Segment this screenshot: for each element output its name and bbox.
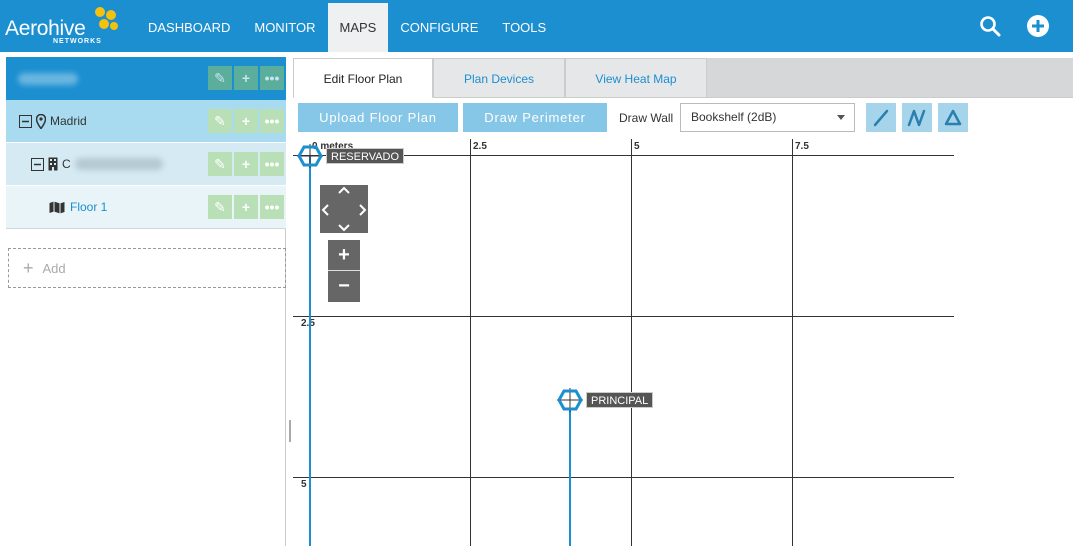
tree-row-root[interactable]: ✎ + ••• [6,57,286,100]
add-location-button[interactable]: + Add [8,248,286,288]
wall-type-value: Bookshelf (2dB) [691,110,777,124]
tab-view-heat-map[interactable]: View Heat Map [565,58,707,98]
straight-line-icon [873,109,889,126]
madrid-row-actions: ✎ + ••• [208,109,284,133]
floor-label: Floor 1 [70,200,108,214]
nav-monitor[interactable]: MONITOR [242,3,327,52]
access-point-icon[interactable] [297,144,323,168]
pan-control[interactable] [320,185,368,233]
building-name-redacted [74,158,163,170]
polygon-tool-button[interactable] [938,103,968,132]
root-row-actions: ✎ + ••• [208,66,284,90]
draw-perimeter-button[interactable]: Draw Perimeter [463,103,607,132]
edit-icon[interactable]: ✎ [208,152,232,176]
add-circle-icon[interactable] [1026,14,1050,38]
draw-wall-label: Draw Wall [619,111,674,125]
location-pin-icon [36,113,46,129]
wall-type-select[interactable]: Bookshelf (2dB) [680,103,855,132]
aerohive-logo[interactable]: Aerohive NETWORKS [5,6,125,48]
zoom-control: + − [328,240,360,302]
tab-edit-floor-plan[interactable]: Edit Floor Plan [293,58,433,98]
y-tick-label: 2.5 [301,318,315,329]
device-guide-line [309,156,311,546]
collapse-icon[interactable] [31,157,44,171]
add-label: Add [42,260,66,276]
tree-row-floor[interactable]: Floor 1 ✎ + ••• [6,186,286,229]
device-label-reservado[interactable]: RESERVADO [326,148,405,164]
triangle-icon [944,109,962,125]
nav-dashboard[interactable]: DASHBOARD [136,3,242,52]
map-icon [49,201,65,213]
grid-line [470,139,471,546]
device-label-principal[interactable]: PRINCIPAL [586,392,654,408]
location-tree-panel: ✎ + ••• Madrid ✎ + ••• C ✎ + ••• Floor 1… [6,57,286,546]
tabs-bar: Edit Floor Plan Plan Devices View Heat M… [293,58,1073,98]
madrid-label: Madrid [50,114,87,128]
top-bar: Aerohive NETWORKS DASHBOARD MONITOR MAPS… [0,0,1073,52]
chevron-down-icon [837,115,845,120]
floor-row-actions: ✎ + ••• [208,195,284,219]
grid-line [293,477,954,478]
x-tick-label: 2.5 [473,141,487,152]
x-tick-label: 5 [634,141,640,152]
zoom-in-button[interactable]: + [328,240,360,271]
more-icon[interactable]: ••• [260,109,284,133]
grid-line [293,316,954,317]
device-guide-line [569,409,571,546]
logo-subtext: NETWORKS [53,38,102,45]
root-label-redacted [18,72,78,85]
more-icon[interactable]: ••• [260,152,284,176]
tree-row-madrid[interactable]: Madrid ✎ + ••• [6,100,286,143]
access-point-icon[interactable] [557,388,583,412]
add-icon[interactable]: + [234,66,258,90]
zoom-out-button[interactable]: − [328,271,360,302]
y-tick-label: 5 [301,479,307,490]
add-icon[interactable]: + [234,152,258,176]
nav-maps[interactable]: MAPS [327,3,389,52]
floor-plan-canvas[interactable]: 0 meters 2.5 5 7.5 2.5 5 RESERVADO PRINC… [293,139,1073,546]
search-icon[interactable] [978,14,1002,38]
polyline-icon [907,109,926,126]
upload-floor-plan-button[interactable]: Upload Floor Plan [298,103,458,132]
add-icon[interactable]: + [234,195,258,219]
more-icon[interactable]: ••• [260,66,284,90]
polyline-tool-button[interactable] [902,103,932,132]
tab-plan-devices[interactable]: Plan Devices [433,58,565,98]
grid-line [792,139,793,546]
x-tick-label: 7.5 [795,141,809,152]
building-icon [48,157,58,171]
building-label: C [62,157,71,171]
more-icon[interactable]: ••• [260,195,284,219]
building-row-actions: ✎ + ••• [208,152,284,176]
line-tool-button[interactable] [866,103,896,132]
nav-configure[interactable]: CONFIGURE [388,3,490,52]
main-nav: DASHBOARD MONITOR MAPS CONFIGURE TOOLS [136,3,558,52]
plus-icon: + [23,257,34,278]
logo-dots-icon [95,7,118,30]
panel-splitter[interactable] [289,420,291,442]
nav-tools[interactable]: TOOLS [490,3,558,52]
collapse-icon[interactable] [19,114,32,128]
add-icon[interactable]: + [234,109,258,133]
grid-line [631,139,632,546]
tree-row-building[interactable]: C ✎ + ••• [6,143,286,186]
edit-icon[interactable]: ✎ [208,66,232,90]
pan-arrows-icon[interactable] [320,185,368,233]
edit-icon[interactable]: ✎ [208,109,232,133]
edit-icon[interactable]: ✎ [208,195,232,219]
